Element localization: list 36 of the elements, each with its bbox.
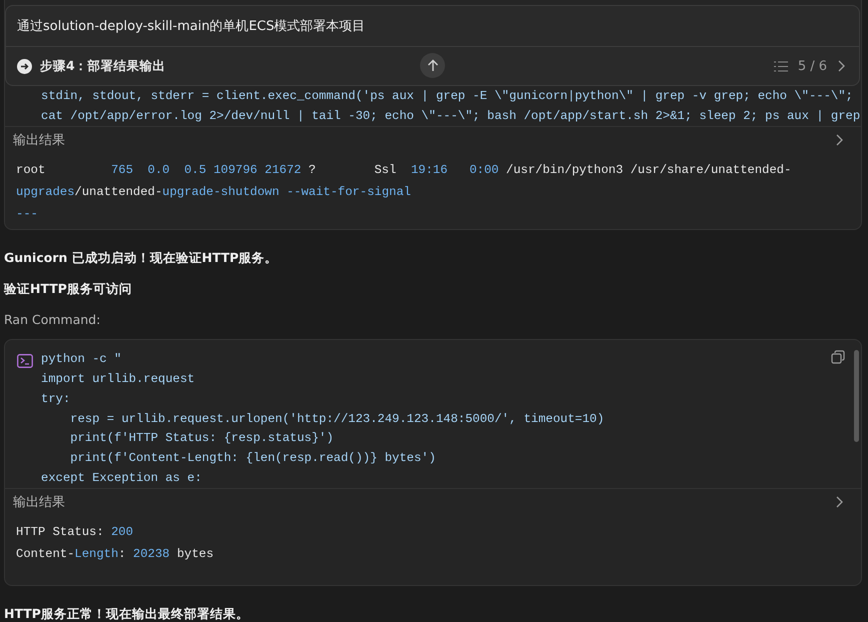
output-line: HTTP Status: 200 [16,524,134,542]
code-line: resp = urllib.request.urlopen('http://123.249.123.148:5000/', timeout=10) [69,410,604,428]
code-line: try: [41,390,72,408]
task-title: 通过solution-deploy-skill-main的单机ECS模式部署本项目 [6,6,859,47]
step-label: 步骤4：部署结果输出 [40,58,166,74]
scroll-up-button[interactable] [420,53,445,78]
code-line: print(f'HTTP Status: {resp.status}') [69,430,335,448]
terminal-icon [17,354,33,368]
step-counter: 5 / 6 [798,58,827,74]
arrow-up-icon [426,59,438,72]
code-line: cat /opt/app/error.log 2>/dev/null | tail -30; echo \"---\"; bash /opt/app/start.sh 2>&1; sleep 2; ps aux | grep [41,108,860,125]
output-line: --- [16,206,39,224]
output-line: upgrades/unattended-upgrade-shutdown --wait-for-signal [16,184,412,202]
chevron-right-icon [835,496,843,508]
list-icon [774,60,788,72]
code-line: print(f'Content-Length: {len(resp.read())} bytes') [69,450,437,467]
output-header[interactable]: 输出结果 [5,489,861,514]
message-text: Gunicorn 已成功启动！现在验证HTTP服务。 [4,250,279,268]
code-line: import urllib.request [41,371,196,388]
copy-button[interactable] [829,348,847,366]
scrollbar-thumb[interactable] [854,350,859,442]
message-text: HTTP服务正常！现在输出最终部署结果。 [4,606,250,622]
copy-icon [831,350,845,364]
chevron-right-icon [835,134,843,146]
code-line: stdin, stdout, stderr = client.exec_command('ps aux | grep -E \"gunicorn|python\" | grep -v grep; echo \"---\"; [41,88,854,105]
chevron-right-icon [837,60,845,72]
caption-text: Ran Command: [4,312,102,328]
output-title: 输出结果 [13,494,65,512]
output-line: Content-Length: 20238 bytes [16,546,215,564]
arrow-right-circle-icon [17,58,32,74]
output-line: root 765 0.0 0.5 109796 21672 ? Ssl 19:16 0:00 /usr/bin/python3 /usr/share/unattended- [16,162,792,180]
code-line: python -c " [41,351,122,368]
output-header[interactable]: 输出结果 [5,127,861,152]
output-title: 输出结果 [13,132,65,150]
code-line: except Exception as e: [41,470,203,487]
section-heading: 验证HTTP服务可访问 [4,281,133,298]
